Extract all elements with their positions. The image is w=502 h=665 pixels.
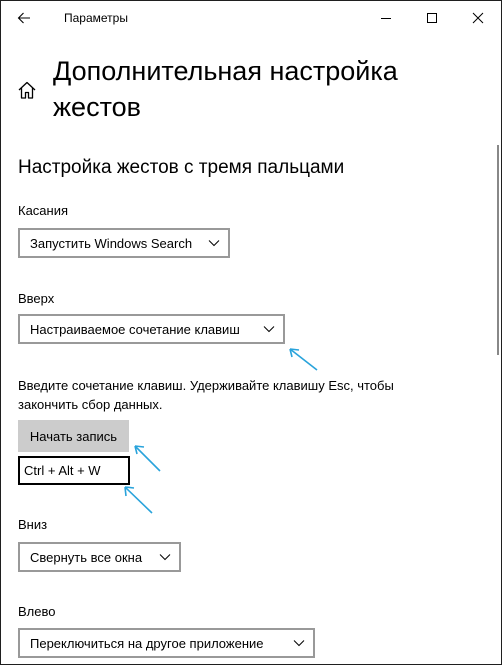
left-dropdown-value: Переключиться на другое приложение [30,635,264,651]
left-label: Влево [18,604,56,619]
page-title: Дополнительная настройка жестов [53,56,398,122]
maximize-button[interactable] [409,1,455,35]
left-dropdown[interactable]: Переключиться на другое приложение [18,628,315,658]
settings-window: Параметры Дополнительная настройка жесто… [0,0,502,665]
taps-label: Касания [18,203,69,218]
minimize-button[interactable] [363,1,409,35]
back-button[interactable] [7,3,41,33]
close-button[interactable] [455,1,501,35]
start-recording-button[interactable]: Начать запись [18,420,129,452]
title-bar: Параметры [1,1,501,35]
taps-dropdown-value: Запустить Windows Search [30,235,193,251]
section-title: Настройка жестов с тремя пальцами [18,157,345,178]
minimize-icon [381,18,391,19]
up-label: Вверх [18,291,55,306]
annotation-arrow-icon [289,348,318,371]
chevron-down-icon [159,554,171,561]
vertical-scrollbar[interactable] [497,145,499,355]
chevron-down-icon [208,240,220,247]
maximize-icon [427,13,437,23]
annotation-arrow-icon [134,445,161,472]
up-dropdown[interactable]: Настраиваемое сочетание клавиш [18,314,285,344]
home-icon [18,81,36,99]
shortcut-input[interactable]: Ctrl + Alt + W [18,456,130,485]
close-icon [472,12,484,24]
chevron-down-icon [263,326,275,333]
up-dropdown-value: Настраиваемое сочетание клавиш [30,321,240,337]
chevron-down-icon [293,640,305,647]
down-dropdown-value: Свернуть все окна [30,549,143,565]
window-title: Параметры [64,11,128,25]
shortcut-hint: Введите сочетание клавиш. Удерживайте кл… [18,378,394,412]
down-label: Вниз [18,517,48,532]
back-arrow-icon [17,12,30,24]
annotation-arrow-icon [124,486,153,514]
taps-dropdown[interactable]: Запустить Windows Search [18,228,230,258]
down-dropdown[interactable]: Свернуть все окна [18,542,181,572]
home-button[interactable] [16,79,38,101]
